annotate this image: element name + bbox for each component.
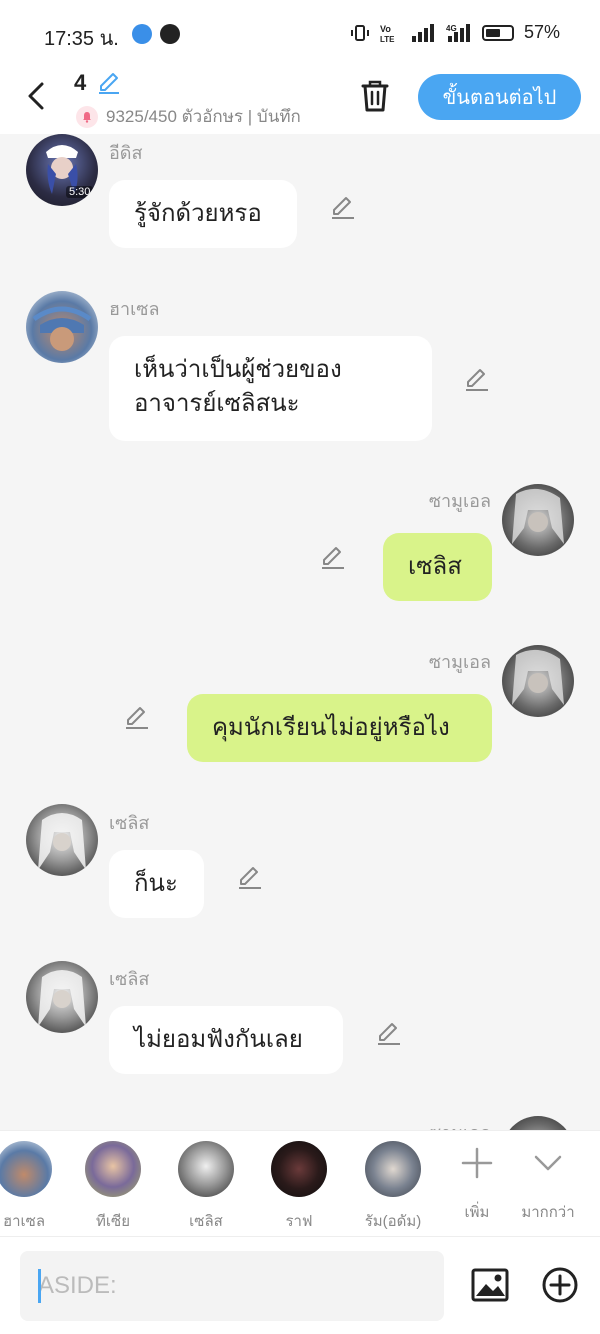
edit-message-icon[interactable] xyxy=(464,366,490,392)
edit-message-icon[interactable] xyxy=(376,1020,402,1046)
character-avatar xyxy=(271,1141,327,1197)
edit-message-icon[interactable] xyxy=(320,544,346,570)
signal-4g-icon: 4G xyxy=(446,23,470,42)
character-label: เซลิส xyxy=(189,1213,223,1230)
sender-name: ซามูเอล xyxy=(428,652,491,672)
edit-title-icon[interactable] xyxy=(96,70,122,96)
sender-name: เซลิส xyxy=(109,813,150,833)
app-notification-icon xyxy=(132,24,152,44)
image-icon[interactable] xyxy=(470,1265,510,1305)
character-selector: ฮาเซล ทีเซีย เซลิส ราฟ รัม(อดัม) เพิ่ม ม… xyxy=(0,1130,600,1237)
volte-icon: VoLTE xyxy=(380,24,395,43)
character-item[interactable]: ทีเซีย xyxy=(75,1141,151,1233)
add-character-label: เพิ่ม xyxy=(464,1204,490,1221)
battery-percent: 57% xyxy=(523,22,560,42)
char-count-text: 9325/450 ตัวอักษร | บันทึก xyxy=(106,107,301,126)
chat-area[interactable]: 5:30 อีดิส รู้จักด้วยหรอ ฮาเซล เห็นว่าเป… xyxy=(0,134,600,1130)
character-label: รัม(อดัม) xyxy=(364,1213,422,1230)
message-bubble[interactable]: คุมนักเรียนไม่อยู่หรือไง xyxy=(187,694,492,762)
more-characters-label: มากกว่า xyxy=(521,1204,575,1221)
sender-name: ซามูเอล xyxy=(428,491,491,511)
character-item[interactable]: รัม(อดัม) xyxy=(355,1141,431,1233)
message-line: เห็นว่าเป็นผู้ช่วยของ xyxy=(134,356,342,383)
message-bubble[interactable]: รู้จักด้วยหรอ xyxy=(109,180,297,248)
avatar-badge: 5:30 xyxy=(66,186,94,198)
aside-input[interactable] xyxy=(20,1251,444,1321)
battery-icon xyxy=(481,24,514,41)
character-avatar xyxy=(0,1141,52,1197)
svg-text:Vo: Vo xyxy=(380,24,391,34)
sender-name: อีดิส xyxy=(109,143,143,163)
more-characters-button[interactable]: มากกว่า xyxy=(510,1145,586,1224)
trash-icon[interactable] xyxy=(358,78,392,114)
avatar[interactable] xyxy=(502,645,574,717)
message-bubble[interactable]: เซลิส xyxy=(383,533,492,601)
signal-icon xyxy=(411,23,434,42)
chevron-down-icon xyxy=(534,1155,562,1171)
character-label: ราฟ xyxy=(285,1213,313,1230)
message-bubble[interactable]: ไม่ยอมฟังกันเลย xyxy=(109,1006,343,1074)
avatar[interactable] xyxy=(26,961,98,1033)
avatar[interactable] xyxy=(26,804,98,876)
svg-text:LTE: LTE xyxy=(380,35,395,43)
avatar[interactable] xyxy=(502,484,574,556)
character-item[interactable]: ราฟ xyxy=(261,1141,337,1233)
sender-name: เซลิส xyxy=(109,969,150,989)
story-title: 4 xyxy=(74,70,87,95)
message-line: อาจารย์เซลิสนะ xyxy=(134,390,300,417)
edit-message-icon[interactable] xyxy=(237,864,263,890)
avatar[interactable]: 5:30 xyxy=(26,134,98,206)
avatar[interactable] xyxy=(502,1116,574,1130)
char-count-row: 9325/450 ตัวอักษร | บันทึก xyxy=(76,103,301,130)
text-cursor xyxy=(38,1269,41,1303)
bell-icon xyxy=(76,105,98,128)
status-bar: 17:35 น. Vo LTE 4G 57% xyxy=(0,0,600,66)
message-bubble[interactable]: ก็นะ xyxy=(109,850,204,918)
svg-text:4G: 4G xyxy=(446,24,457,33)
status-indicators: Vo LTE 4G 57% xyxy=(350,22,560,43)
line-app-icon xyxy=(160,24,180,44)
character-item[interactable]: เซลิส xyxy=(168,1141,244,1233)
plus-circle-icon[interactable] xyxy=(540,1265,580,1305)
edit-message-icon[interactable] xyxy=(330,194,356,220)
sender-name: ฮาเซล xyxy=(109,299,160,319)
edit-message-icon[interactable] xyxy=(124,704,150,730)
message-bubble[interactable]: เห็นว่าเป็นผู้ช่วยของ อาจารย์เซลิสนะ xyxy=(109,336,432,441)
character-avatar xyxy=(365,1141,421,1197)
vibrate-icon xyxy=(350,24,369,41)
character-label: ทีเซีย xyxy=(96,1213,130,1230)
add-character-button[interactable]: เพิ่ม xyxy=(439,1145,515,1224)
editor-header: 4 9325/450 ตัวอักษร | บันทึก ขั้นตอนต่อไ… xyxy=(0,66,600,134)
character-avatar xyxy=(178,1141,234,1197)
back-arrow-icon[interactable] xyxy=(22,78,52,114)
character-item[interactable]: ฮาเซล xyxy=(0,1141,62,1233)
input-bar xyxy=(0,1236,600,1334)
character-label: ฮาเซล xyxy=(2,1213,46,1230)
next-step-button[interactable]: ขั้นตอนต่อไป xyxy=(418,74,581,120)
sender-name: ซามูเอล xyxy=(429,1118,491,1130)
avatar[interactable] xyxy=(26,291,98,363)
character-avatar xyxy=(85,1141,141,1197)
plus-icon xyxy=(461,1147,493,1179)
status-time: 17:35 น. xyxy=(44,28,119,50)
